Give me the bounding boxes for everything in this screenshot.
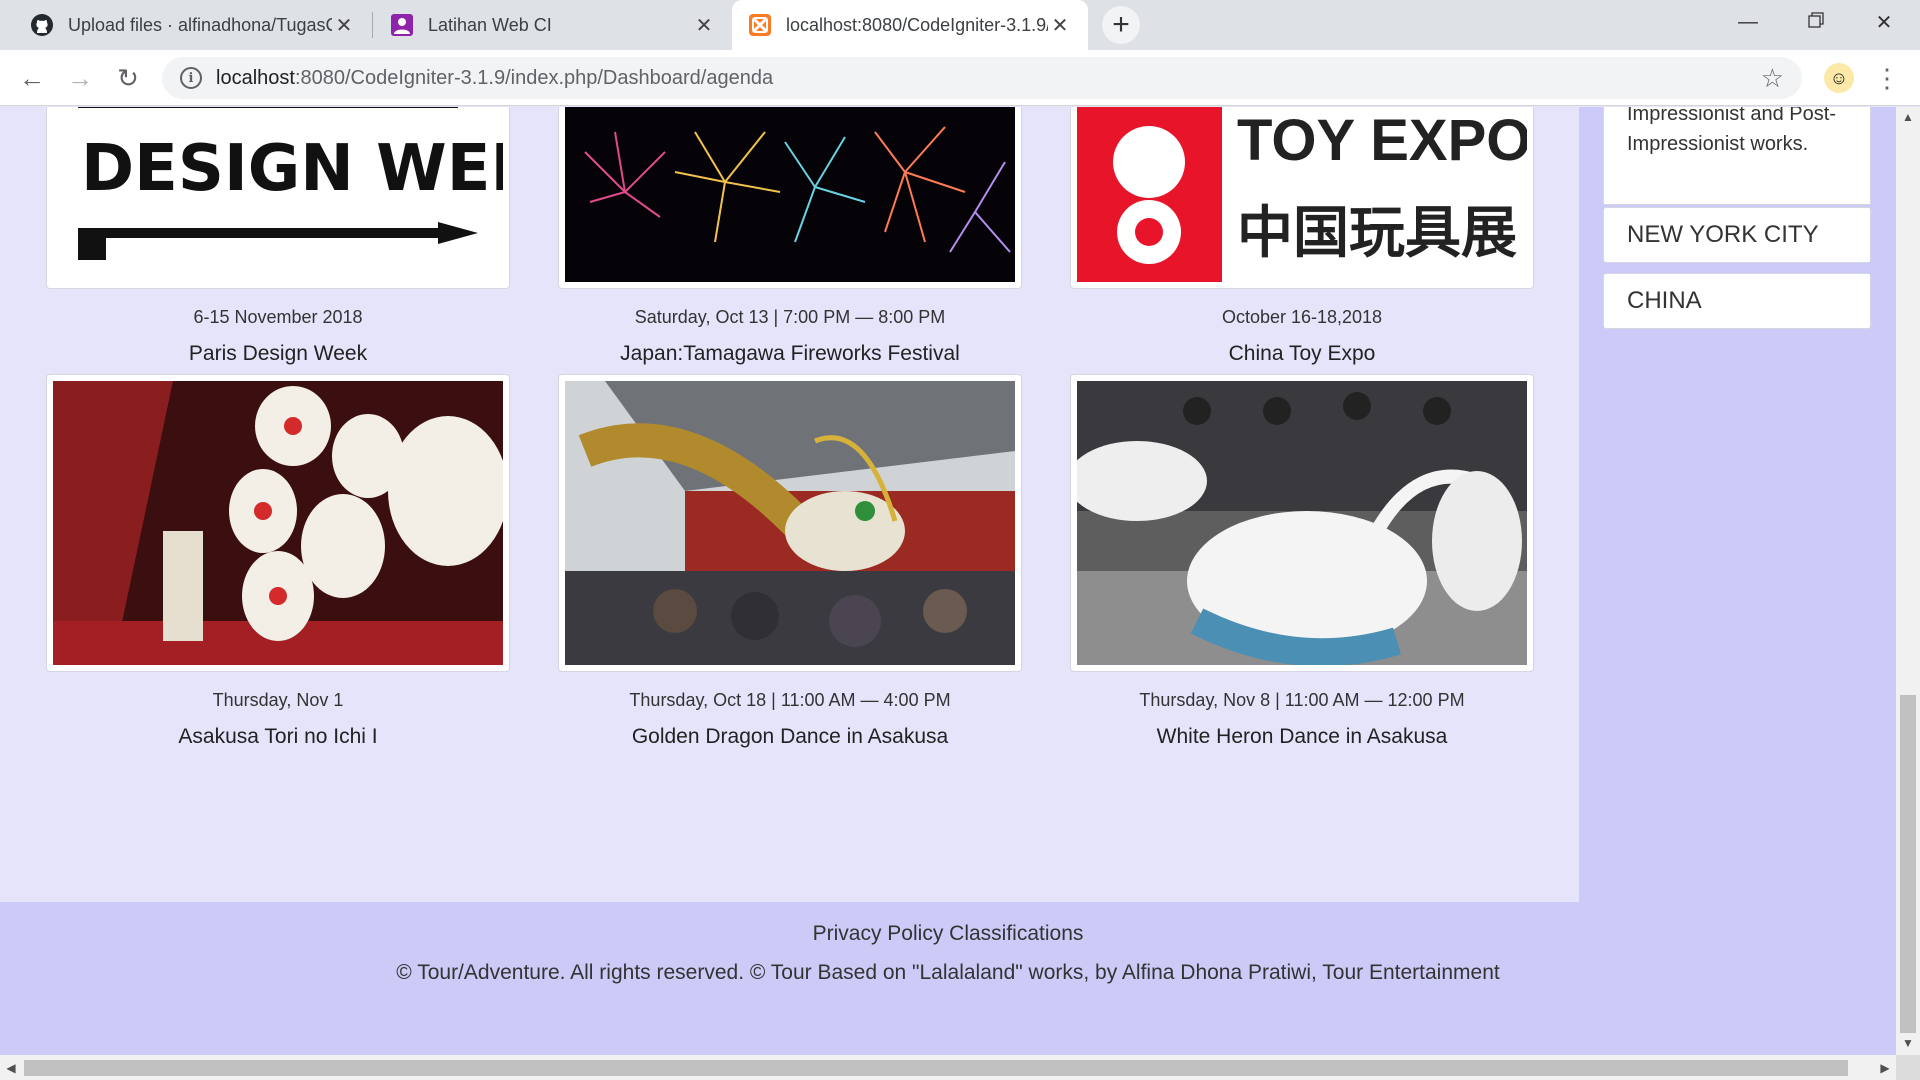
event-image-frame [558, 107, 1022, 289]
horizontal-scrollbar[interactable]: ◀ ▶ [0, 1055, 1896, 1080]
page-viewport: DESIGN WEEK 6-15 November 2018 Paris Des… [0, 107, 1896, 1055]
scrollbar-thumb[interactable] [1900, 695, 1916, 1033]
event-image-frame: DESIGN WEEK [46, 107, 510, 289]
event-card[interactable]: Thursday, Nov 8 | 11:00 AM — 12:00 PM Wh… [1070, 374, 1534, 749]
footer-copyright: © Tour/Adventure. All rights reserved. ©… [396, 961, 1500, 984]
event-card[interactable]: Thursday, Oct 18 | 11:00 AM — 4:00 PM Go… [558, 374, 1022, 749]
plus-icon: + [1112, 8, 1130, 41]
fireworks-photo [565, 107, 1015, 282]
close-icon[interactable]: ✕ [1048, 13, 1072, 37]
event-date: Saturday, Oct 13 | 7:00 PM — 8:00 PM [634, 307, 946, 327]
event-card[interactable]: DESIGN WEEK 6-15 November 2018 Paris Des… [46, 107, 510, 366]
event-name[interactable]: Asakusa Tori no Ichi I [46, 725, 510, 749]
sidebar-item-new-york-city[interactable]: NEW YORK CITY [1603, 207, 1871, 263]
close-icon[interactable]: ✕ [692, 13, 716, 37]
sidebar-item-china[interactable]: CHINA [1603, 273, 1871, 329]
vertical-scrollbar[interactable]: ▲ ▼ [1896, 107, 1920, 1055]
event-date: Thursday, Nov 1 [212, 690, 344, 710]
more-vert-icon: ⋮ [1874, 62, 1900, 93]
scroll-up-icon[interactable]: ▲ [1896, 107, 1920, 127]
profile-icon [390, 13, 414, 37]
event-name[interactable]: White Heron Dance in Asakusa [1070, 725, 1534, 749]
footer-links[interactable]: Privacy Policy Classifications [0, 922, 1896, 946]
tab-latihan[interactable]: Latihan Web CI ✕ [374, 0, 732, 50]
reload-button[interactable]: ↻ [108, 58, 148, 98]
restore-button[interactable] [1782, 0, 1850, 44]
new-tab-button[interactable]: + [1102, 6, 1140, 44]
url-path: :8080/CodeIgniter-3.1.9/index.php/Dashbo… [294, 66, 774, 89]
sidebar-description: Impressionist and Post-Impressionist wor… [1603, 107, 1871, 205]
event-date: Thursday, Oct 18 | 11:00 AM — 4:00 PM [629, 690, 951, 710]
lanterns-photo [53, 381, 503, 665]
event-name[interactable]: Japan:Tamagawa Fireworks Festival [558, 342, 1022, 366]
browser-menu-button[interactable]: ⋮ [1872, 60, 1902, 96]
url-host: localhost [216, 66, 295, 89]
smiley-icon: ☺ [1829, 67, 1849, 88]
tab-title: Latihan Web CI [428, 14, 552, 35]
event-date: Thursday, Nov 8 | 11:00 AM — 12:00 PM [1139, 690, 1465, 710]
toy-expo-text: TOY EXPO [1237, 108, 1527, 173]
profile-avatar[interactable]: ☺ [1824, 63, 1854, 93]
star-icon[interactable]: ☆ [1761, 63, 1784, 94]
footer: Privacy Policy Classifications © Tour/Ad… [0, 902, 1896, 1055]
scrollbar-thumb[interactable] [24, 1060, 1848, 1076]
scroll-left-icon[interactable]: ◀ [0, 1055, 22, 1080]
scroll-down-icon[interactable]: ▼ [1896, 1033, 1920, 1053]
reload-icon: ↻ [117, 62, 139, 93]
close-icon: ✕ [1875, 11, 1893, 34]
tab-title: Upload files · alfinadhona/TugasC [68, 14, 332, 35]
tab-localhost-active[interactable]: localhost:8080/CodeIgniter-3.1.9/ ✕ [732, 0, 1088, 50]
event-image-frame: TOY EXPO 中国玩具展 [1070, 107, 1534, 289]
tab-divider [372, 12, 373, 38]
event-card[interactable]: TOY EXPO 中国玩具展 October 16-18,2018 China … [1070, 107, 1534, 366]
event-name[interactable]: China Toy Expo [1070, 342, 1534, 366]
tab-github[interactable]: Upload files · alfinadhona/TugasC ✕ [14, 0, 372, 50]
address-bar[interactable]: i localhost:8080/CodeIgniter-3.1.9/index… [162, 57, 1802, 99]
event-card[interactable]: Saturday, Oct 13 | 7:00 PM — 8:00 PM Jap… [558, 107, 1022, 366]
restore-icon [1808, 11, 1824, 34]
tab-strip: Upload files · alfinadhona/TugasC ✕ Lati… [0, 0, 1920, 50]
browser-toolbar: ← → ↻ i localhost:8080/CodeIgniter-3.1.9… [0, 50, 1920, 106]
event-card[interactable]: Thursday, Nov 1 Asakusa Tori no Ichi I [46, 374, 510, 749]
scroll-right-icon[interactable]: ▶ [1874, 1055, 1896, 1080]
close-window-button[interactable]: ✕ [1850, 0, 1918, 44]
info-icon[interactable]: i [180, 67, 202, 89]
event-name[interactable]: Golden Dragon Dance in Asakusa [558, 725, 1022, 749]
toy-expo-logo: TOY EXPO 中国玩具展 [1077, 107, 1527, 282]
xampp-icon [748, 13, 772, 37]
event-image-frame [558, 374, 1022, 672]
minimize-button[interactable]: — [1714, 0, 1782, 44]
toy-expo-cn-text: 中国玩具展 [1237, 201, 1517, 266]
minimize-icon: — [1738, 10, 1758, 33]
dragon-dance-photo [565, 381, 1015, 665]
back-button[interactable]: ← [12, 58, 52, 98]
arrow-left-icon: ← [19, 62, 45, 93]
close-icon[interactable]: ✕ [332, 13, 356, 37]
tab-title: localhost:8080/CodeIgniter-3.1.9/ [786, 14, 1048, 35]
event-name[interactable]: Paris Design Week [46, 342, 510, 366]
forward-button[interactable]: → [60, 58, 100, 98]
event-date: 6-15 November 2018 [193, 307, 363, 327]
github-icon [30, 13, 54, 37]
scrollbar-corner [1896, 1055, 1920, 1080]
event-date: October 16-18,2018 [1221, 307, 1383, 327]
event-image-frame [1070, 374, 1534, 672]
arrow-right-icon: → [67, 62, 93, 93]
design-week-logo: DESIGN WEEK [53, 107, 503, 282]
event-image-frame [46, 374, 510, 672]
heron-dance-photo [1077, 381, 1527, 665]
design-week-text: DESIGN WEEK [81, 132, 503, 206]
